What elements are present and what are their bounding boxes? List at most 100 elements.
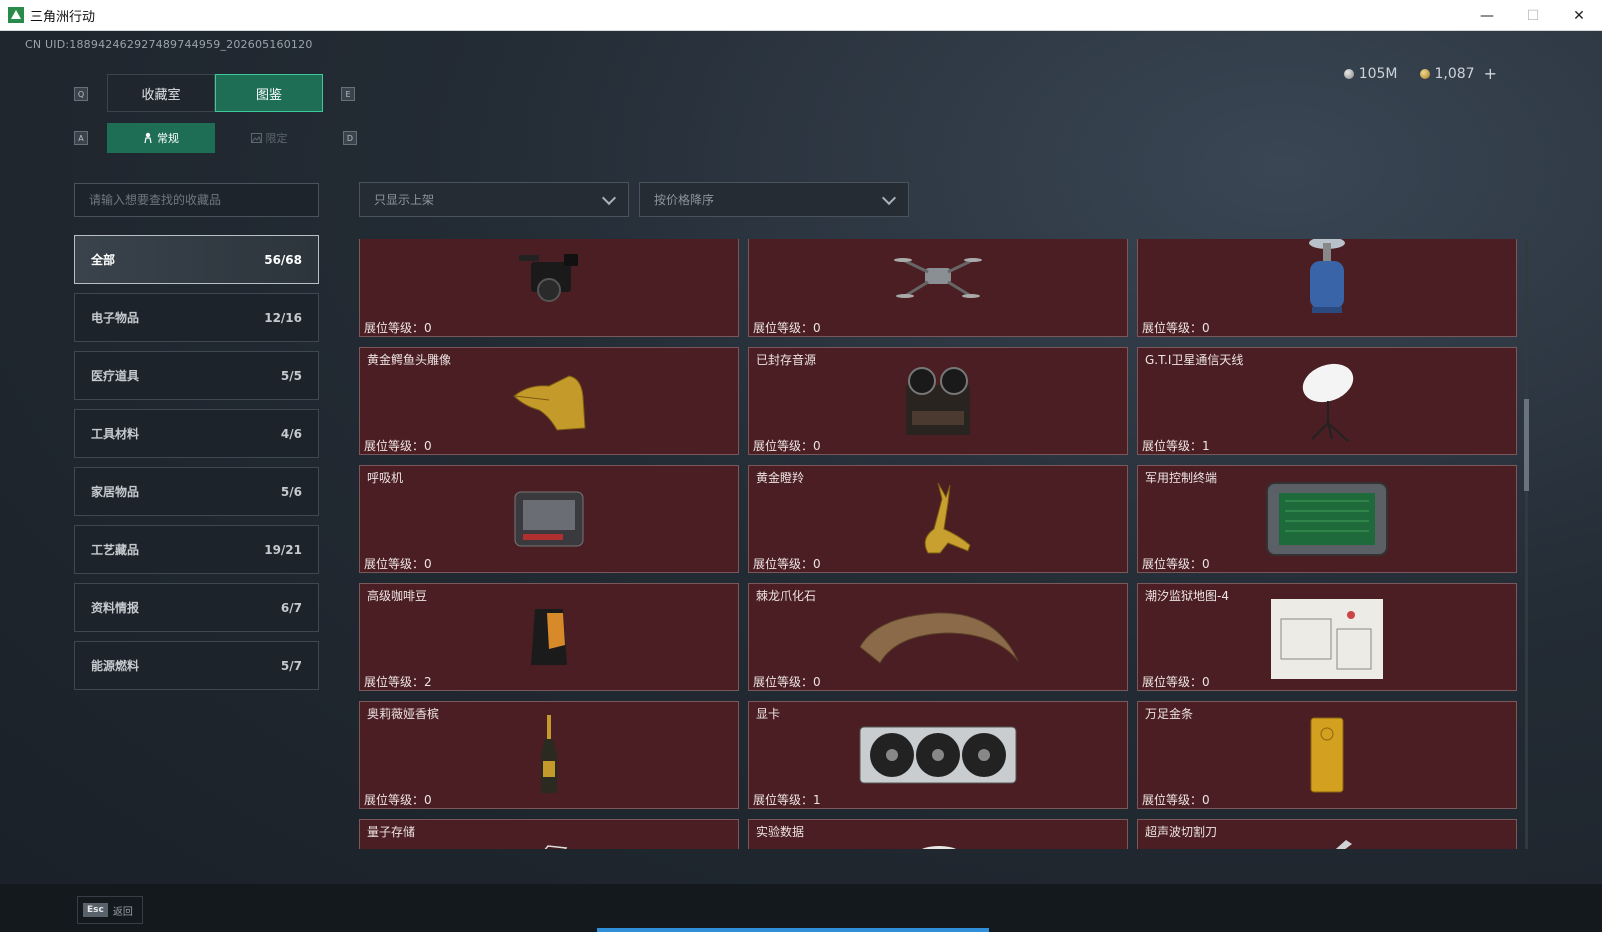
shelf-filter-dropdown[interactable]: 只显示上架 [359, 182, 629, 217]
collection-card[interactable]: 黄金鳄鱼头雕像 展位等级：0 [359, 347, 739, 455]
card-name: 超声波切割刀 [1145, 825, 1218, 839]
collection-card[interactable]: 实验数据 [748, 819, 1128, 849]
currency-silver: 105M [1343, 64, 1398, 83]
minimize-button[interactable]: — [1464, 0, 1510, 31]
category-tools[interactable]: 工具材料 4/6 [74, 409, 319, 458]
chevron-down-icon [601, 190, 617, 206]
gold-coin-icon [1419, 68, 1430, 79]
collection-card[interactable]: 展位等级：0 [1137, 239, 1517, 337]
card-level: 展位等级：0 [753, 675, 821, 689]
key-hint-e: E [341, 87, 355, 101]
category-count: 19/21 [264, 542, 302, 557]
category-household[interactable]: 家居物品 5/6 [74, 467, 319, 516]
gold-gazelle-icon [924, 482, 971, 554]
collection-card[interactable]: 已封存音源 展位等级：0 [748, 347, 1128, 455]
category-name: 能源燃料 [91, 659, 140, 673]
subtab-limited-label: 限定 [265, 132, 288, 145]
collection-card[interactable]: 展位等级：0 [359, 239, 739, 337]
collection-card[interactable]: 显卡 展位等级：1 [748, 701, 1128, 809]
card-level: 展位等级：0 [1142, 793, 1210, 807]
tablet-terminal-icon [1266, 482, 1388, 556]
silver-coin-icon [1343, 68, 1354, 79]
key-hint-d: D [343, 131, 357, 145]
key-hint-a: A [74, 131, 88, 145]
window-controls: — ☐ ✕ [1464, 0, 1602, 31]
sort-value: 按价格降序 [654, 193, 715, 207]
collection-card[interactable]: 展位等级：0 [748, 239, 1128, 337]
card-level: 展位等级：0 [753, 439, 821, 453]
camera-icon [519, 253, 578, 302]
card-level: 展位等级：0 [364, 557, 432, 571]
player-uid: CN UID:18894246292748974495​9_2026051601… [25, 38, 313, 51]
card-name: 量子存储 [367, 825, 416, 839]
collection-card[interactable]: 量子存储 [359, 819, 739, 849]
card-name: 奥莉薇娅香槟 [367, 707, 440, 721]
ventilator-icon [514, 491, 584, 547]
card-level: 展位等级：0 [753, 557, 821, 571]
card-level: 展位等级：1 [1142, 439, 1210, 453]
champagne-icon [541, 715, 557, 793]
add-currency-button[interactable]: + [1484, 64, 1497, 83]
card-level: 展位等级：0 [1142, 557, 1210, 571]
category-fuel[interactable]: 能源燃料 5/7 [74, 641, 319, 690]
card-level: 展位等级：0 [364, 793, 432, 807]
chevron-down-icon [881, 190, 897, 206]
card-name: 军用控制终端 [1145, 471, 1218, 485]
category-name: 全部 [91, 253, 116, 267]
back-button[interactable]: Esc 返回 [77, 896, 143, 924]
grid-scrollbar-thumb[interactable] [1524, 399, 1529, 491]
silver-amount: 105M [1358, 65, 1398, 82]
collection-card[interactable]: 万足金条 展位等级：0 [1137, 701, 1517, 809]
collection-card[interactable]: 潮汐监狱地图-4 展位等级：0 [1137, 583, 1517, 691]
category-all[interactable]: 全部 56/68 [74, 235, 319, 284]
category-intel[interactable]: 资料情报 6/7 [74, 583, 319, 632]
collection-card[interactable]: 棘龙爪化石 展位等级：0 [748, 583, 1128, 691]
esc-key-hint: Esc [83, 903, 108, 917]
currency-bar: 105M 1,087 + [1343, 64, 1497, 83]
collection-card[interactable]: 高级咖啡豆 展位等级：2 [359, 583, 739, 691]
tab-collection-room[interactable]: 收藏室 [107, 74, 215, 112]
search-input[interactable] [74, 183, 319, 217]
drone-icon [894, 257, 982, 298]
card-level: 展位等级：0 [1142, 321, 1210, 335]
card-name: 潮汐监狱地图-4 [1145, 589, 1229, 603]
maximize-button[interactable]: ☐ [1510, 0, 1556, 31]
card-level: 展位等级：2 [364, 675, 432, 689]
card-name: 已封存音源 [756, 353, 817, 367]
quantum-storage-icon [544, 845, 568, 849]
card-name: 呼吸机 [367, 471, 404, 485]
reel-recorder-icon [906, 367, 970, 435]
tab-catalog[interactable]: 图鉴 [215, 74, 323, 112]
card-level: 展位等级：0 [753, 321, 821, 335]
window-titlebar: 三角洲行动 — ☐ ✕ [0, 0, 1602, 31]
category-count: 5/7 [280, 658, 302, 673]
grid-scrollbar-track[interactable] [1525, 239, 1528, 849]
subtab-regular[interactable]: 常规 [107, 123, 215, 153]
card-name: 显卡 [756, 707, 781, 721]
collection-card[interactable]: 军用控制终端 展位等级：0 [1137, 465, 1517, 573]
category-electronics[interactable]: 电子物品 12/16 [74, 293, 319, 342]
category-crafts[interactable]: 工艺藏品 19/21 [74, 525, 319, 574]
close-button[interactable]: ✕ [1556, 0, 1602, 31]
collection-card[interactable]: 超声波切割刀 [1137, 819, 1517, 849]
category-name: 医疗道具 [91, 369, 140, 383]
card-level: 展位等级：1 [753, 793, 821, 807]
sort-dropdown[interactable]: 按价格降序 [639, 182, 909, 217]
coffee-bag-icon [531, 609, 567, 665]
gold-bar-icon [1310, 717, 1344, 793]
category-medical[interactable]: 医疗道具 5/5 [74, 351, 319, 400]
collection-card[interactable]: 呼吸机 展位等级：0 [359, 465, 739, 573]
collection-card[interactable]: 黄金瞪羚 展位等级：0 [748, 465, 1128, 573]
category-count: 4/6 [280, 426, 302, 441]
collection-card[interactable]: 奥莉薇娅香槟 展位等级：0 [359, 701, 739, 809]
gold-crocodile-icon [513, 375, 586, 431]
gold-amount: 1,087 [1434, 65, 1475, 82]
category-name: 家居物品 [91, 485, 140, 499]
shelf-filter-value: 只显示上架 [374, 193, 435, 207]
image-icon [250, 133, 262, 143]
collection-card[interactable]: G.T.I卫星通信天线 展位等级：1 [1137, 347, 1517, 455]
card-name: 高级咖啡豆 [367, 589, 428, 603]
collection-grid[interactable]: 展位等级：0 展位等级：0 展位等级：0 黄金鳄鱼头雕像 展位等级：0 已封存音… [359, 239, 1529, 849]
ultrasonic-knife-icon [1335, 840, 1352, 849]
subtab-limited[interactable]: 限定 [215, 123, 323, 153]
